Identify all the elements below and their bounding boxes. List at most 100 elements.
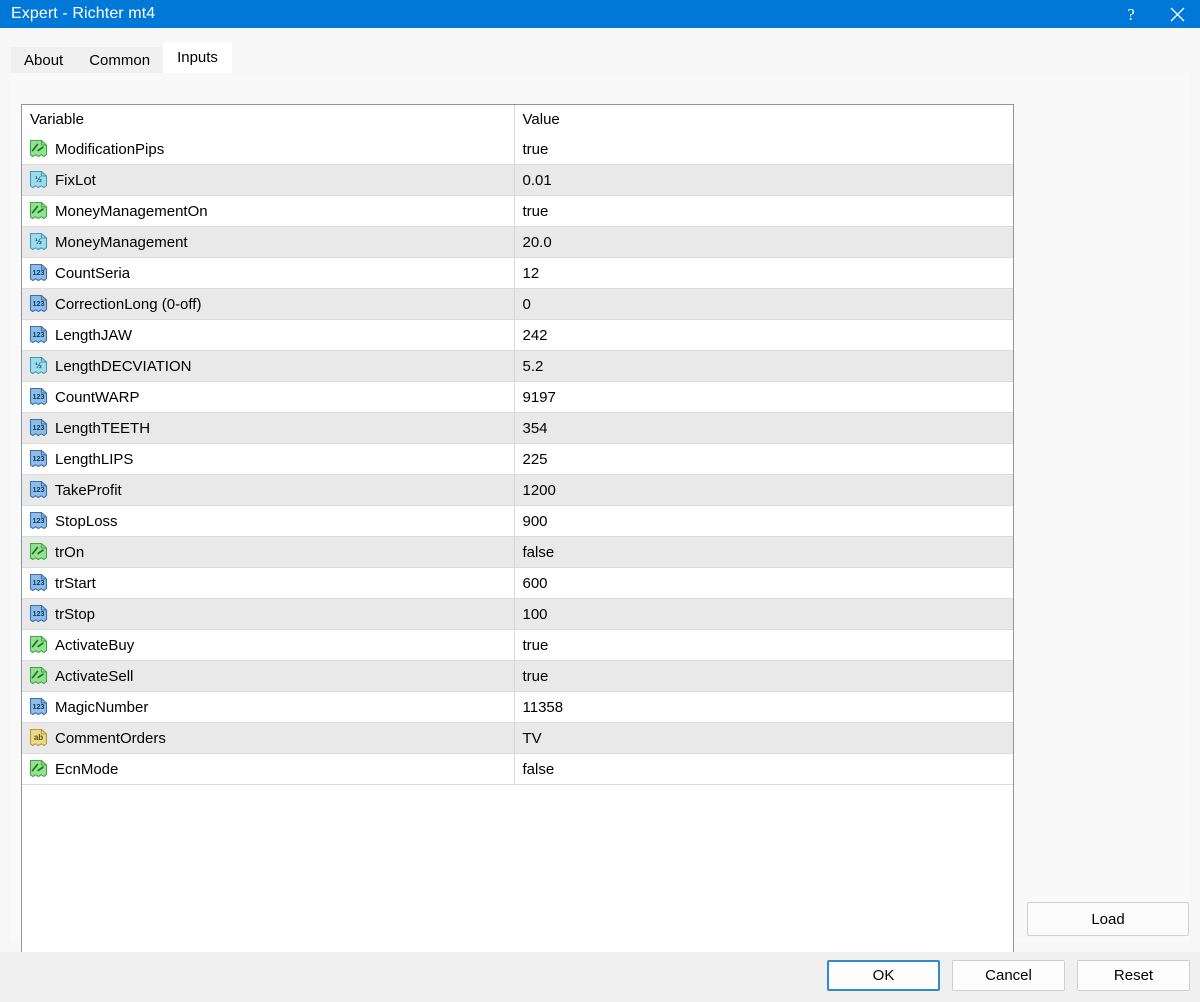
parameter-value-cell[interactable]: 12 xyxy=(514,258,1013,289)
table-row[interactable]: 123MagicNumber11358 xyxy=(22,692,1013,723)
parameter-name-cell[interactable]: ActivateSell xyxy=(22,661,514,692)
table-row[interactable]: 123trStop100 xyxy=(22,599,1013,630)
double-icon: ½ xyxy=(29,232,48,252)
parameter-name-cell[interactable]: 123LengthJAW xyxy=(22,320,514,351)
parameter-name-label: CommentOrders xyxy=(48,730,166,747)
table-row[interactable]: 123LengthJAW242 xyxy=(22,320,1013,351)
parameter-name-label: FixLot xyxy=(48,172,96,189)
parameter-name-label: ActivateBuy xyxy=(48,637,134,654)
parameter-name-cell[interactable]: 123trStart xyxy=(22,568,514,599)
table-row[interactable]: 123LengthTEETH 354 xyxy=(22,413,1013,444)
parameter-value-label: false xyxy=(523,761,555,778)
tab-about[interactable]: About xyxy=(11,47,76,73)
parameter-name-cell[interactable]: 123TakeProfit xyxy=(22,475,514,506)
tab-inputs[interactable]: Inputs xyxy=(163,42,232,73)
parameter-name-cell[interactable]: ½FixLot xyxy=(22,165,514,196)
parameter-value-cell[interactable]: true xyxy=(514,196,1013,227)
reset-button[interactable]: Reset xyxy=(1077,960,1190,991)
parameter-name-cell[interactable]: 123CorrectionLong (0-off) xyxy=(22,289,514,320)
column-header-variable[interactable]: Variable xyxy=(22,105,514,134)
parameter-value-cell[interactable]: false xyxy=(514,537,1013,568)
table-row[interactable]: ½MoneyManagement 20.0 xyxy=(22,227,1013,258)
parameter-value-cell[interactable]: 354 xyxy=(514,413,1013,444)
column-header-value[interactable]: Value xyxy=(514,105,1013,134)
parameter-name-cell[interactable]: ModificationPips xyxy=(22,134,514,165)
int-icon: 123 xyxy=(29,573,48,593)
inputs-panel: Variable Value ModificationPipstrue½FixL… xyxy=(10,73,1190,942)
parameter-value-cell[interactable]: 242 xyxy=(514,320,1013,351)
parameter-value-cell[interactable]: 225 xyxy=(514,444,1013,475)
parameter-value-cell[interactable]: 20.0 xyxy=(514,227,1013,258)
parameter-name-cell[interactable]: ½MoneyManagement xyxy=(22,227,514,258)
parameter-value-label: 225 xyxy=(523,451,548,468)
parameter-name-cell[interactable]: 123LengthTEETH xyxy=(22,413,514,444)
parameter-name-cell[interactable]: abCommentOrders xyxy=(22,723,514,754)
table-row[interactable]: ½LengthDECVIATION 5.2 xyxy=(22,351,1013,382)
table-row[interactable]: ActivateSell true xyxy=(22,661,1013,692)
help-button[interactable]: ? xyxy=(1108,0,1154,28)
table-row[interactable]: ActivateBuy true xyxy=(22,630,1013,661)
parameter-value-label: 354 xyxy=(523,420,548,437)
parameter-name-label: ActivateSell xyxy=(48,668,133,685)
parameter-value-label: 5.2 xyxy=(523,358,544,375)
table-row[interactable]: 123LengthLIPS 225 xyxy=(22,444,1013,475)
close-button[interactable] xyxy=(1154,0,1200,28)
table-row[interactable]: abCommentOrders TV xyxy=(22,723,1013,754)
parameter-name-cell[interactable]: ½LengthDECVIATION xyxy=(22,351,514,382)
table-row[interactable]: trOn false xyxy=(22,537,1013,568)
bool-icon xyxy=(29,542,48,562)
table-row[interactable]: ½FixLot0.01 xyxy=(22,165,1013,196)
table-row[interactable]: EcnMode false xyxy=(22,754,1013,785)
parameter-name-cell[interactable]: 123MagicNumber xyxy=(22,692,514,723)
parameter-value-cell[interactable]: TV xyxy=(514,723,1013,754)
parameter-value-cell[interactable]: 5.2 xyxy=(514,351,1013,382)
parameter-value-cell[interactable]: true xyxy=(514,661,1013,692)
parameter-value-cell[interactable]: true xyxy=(514,630,1013,661)
parameter-name-cell[interactable]: 123CountWARP xyxy=(22,382,514,413)
parameter-value-cell[interactable]: 900 xyxy=(514,506,1013,537)
cancel-button[interactable]: Cancel xyxy=(952,960,1065,991)
table-row[interactable]: 123trStart600 xyxy=(22,568,1013,599)
parameter-value-label: TV xyxy=(523,730,542,747)
table-row[interactable]: 123CorrectionLong (0-off)0 xyxy=(22,289,1013,320)
table-row[interactable]: 123StopLoss900 xyxy=(22,506,1013,537)
dialog-body: About Common Inputs Variable Value Modif… xyxy=(0,28,1200,952)
parameter-value-cell[interactable]: false xyxy=(514,754,1013,785)
svg-text:123: 123 xyxy=(33,299,45,308)
table-row[interactable]: ModificationPips true xyxy=(22,134,1013,165)
parameter-value-label: true xyxy=(523,141,549,158)
parameter-name-cell[interactable]: 123StopLoss xyxy=(22,506,514,537)
parameter-name-label: trOn xyxy=(48,544,84,561)
parameter-name-cell[interactable]: MoneyManagementOn xyxy=(22,196,514,227)
parameters-table-container[interactable]: Variable Value ModificationPipstrue½FixL… xyxy=(21,104,1014,970)
table-row[interactable]: 123TakeProfit1200 xyxy=(22,475,1013,506)
svg-text:123: 123 xyxy=(33,516,45,525)
parameter-value-cell[interactable]: 0.01 xyxy=(514,165,1013,196)
parameter-value-label: 20.0 xyxy=(523,234,552,251)
table-row[interactable]: MoneyManagementOntrue xyxy=(22,196,1013,227)
parameter-value-cell[interactable]: 600 xyxy=(514,568,1013,599)
parameter-value-cell[interactable]: 100 xyxy=(514,599,1013,630)
parameter-name-cell[interactable]: 123trStop xyxy=(22,599,514,630)
table-empty-area xyxy=(22,785,1013,971)
ok-button[interactable]: OK xyxy=(827,960,940,991)
parameter-value-cell[interactable]: true xyxy=(514,134,1013,165)
parameter-name-cell[interactable]: EcnMode xyxy=(22,754,514,785)
parameter-value-cell[interactable]: 1200 xyxy=(514,475,1013,506)
parameter-name-label: LengthLIPS xyxy=(48,451,133,468)
table-row[interactable]: 123CountSeria12 xyxy=(22,258,1013,289)
parameter-name-cell[interactable]: trOn xyxy=(22,537,514,568)
parameter-name-label: CorrectionLong (0-off) xyxy=(48,296,201,313)
parameter-value-cell[interactable]: 9197 xyxy=(514,382,1013,413)
tab-common[interactable]: Common xyxy=(76,47,163,73)
bool-icon xyxy=(29,759,48,779)
parameter-name-cell[interactable]: ActivateBuy xyxy=(22,630,514,661)
parameter-value-cell[interactable]: 11358 xyxy=(514,692,1013,723)
load-button[interactable]: Load xyxy=(1027,902,1189,936)
table-row[interactable]: 123CountWARP9197 xyxy=(22,382,1013,413)
parameter-name-cell[interactable]: 123LengthLIPS xyxy=(22,444,514,475)
dialog-footer: OK Cancel Reset xyxy=(0,952,1200,997)
int-icon: 123 xyxy=(29,325,48,345)
parameter-value-cell[interactable]: 0 xyxy=(514,289,1013,320)
parameter-name-cell[interactable]: 123CountSeria xyxy=(22,258,514,289)
